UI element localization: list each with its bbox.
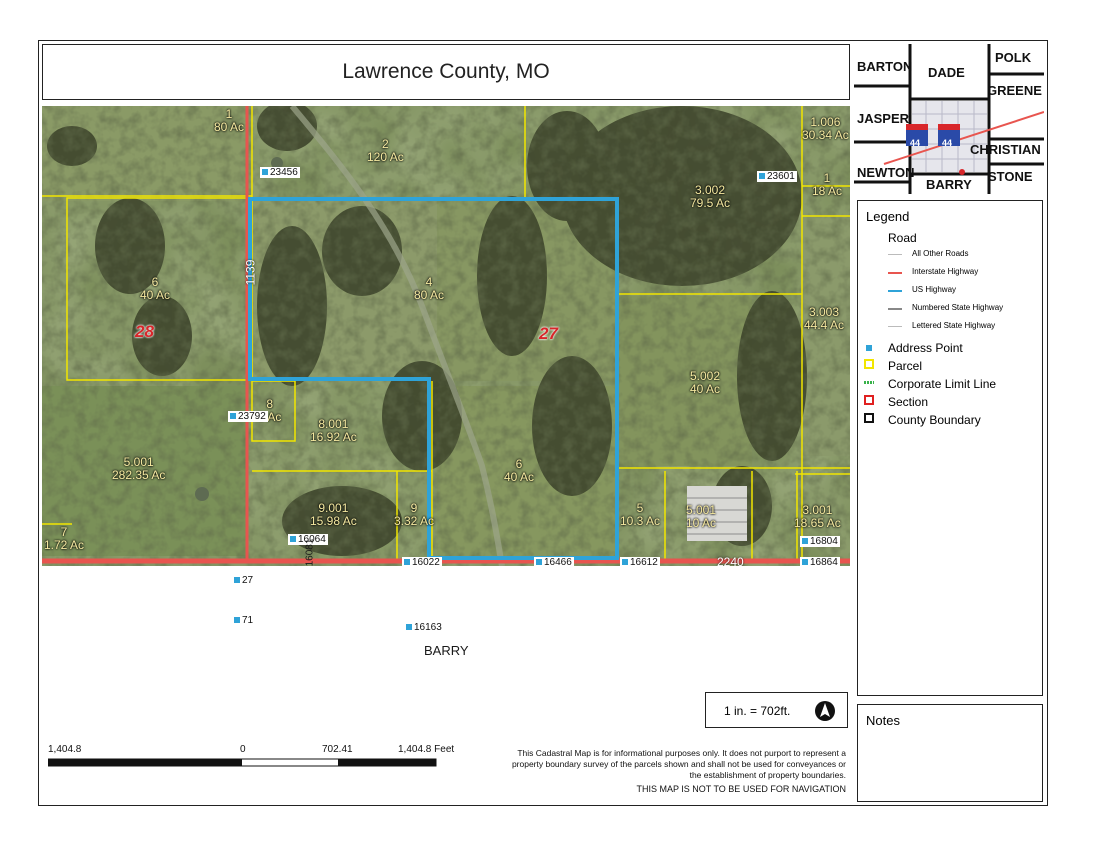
legend-item: Corporate Limit Line — [888, 377, 997, 391]
address-point[interactable]: 16864 — [800, 557, 840, 566]
county-name: JASPER — [857, 111, 910, 126]
parcel-label: 6 40 Ac — [504, 457, 535, 484]
address-point[interactable]: 16022 — [402, 557, 442, 566]
legend-swatch — [888, 290, 902, 292]
map-legend: Legend Road All Other Roads Interstate H… — [857, 200, 1043, 696]
address-point[interactable]: 23456 — [260, 167, 300, 178]
legend-road-heading: Road — [888, 231, 917, 245]
address-point[interactable]: 16612 — [620, 557, 660, 566]
disclaimer: This Cadastral Map is for informational … — [500, 748, 846, 795]
county-name: DADE — [928, 65, 965, 80]
scale-bar-label: 1,404.8 — [48, 744, 82, 755]
corporate-limit-icon — [864, 381, 874, 384]
road-label: 2240 — [717, 555, 744, 567]
parcel-label: 8.001 16.92 Ac — [310, 417, 357, 444]
legend-item: Section — [888, 395, 929, 409]
county-name: BARRY — [926, 177, 972, 192]
section-label: 27 — [539, 324, 558, 343]
parcel-label: 7 1.72 Ac — [44, 525, 85, 552]
legend-swatch — [888, 272, 902, 274]
address-point-icon — [866, 345, 872, 351]
legend-swatch — [888, 326, 902, 327]
address-point[interactable]: 16081 — [303, 539, 316, 566]
legend-road-item: US Highway — [912, 285, 957, 294]
scale-bar — [48, 758, 437, 767]
scale-bar-label: 702.41 — [322, 744, 353, 755]
legend-item: Address Point — [888, 341, 963, 355]
address-point[interactable]: 27 — [232, 575, 256, 586]
legend-road-item: Numbered State Highway — [912, 303, 1004, 312]
section-icon — [864, 395, 874, 405]
county-name: BARTON — [857, 59, 913, 74]
legend-road-item: Lettered State Highway — [912, 321, 996, 330]
address-point[interactable]: 16163 — [404, 622, 444, 633]
parcel-label: 3.003 44.4 Ac — [804, 305, 845, 332]
parcel-label: 5 10.3 Ac — [620, 501, 661, 528]
county-label: BARRY — [424, 643, 469, 658]
address-point[interactable]: 71 — [232, 615, 256, 626]
legend-road-item: All Other Roads — [912, 249, 969, 258]
legend-swatch — [888, 308, 902, 310]
parcel-label: 6 40 Ac — [140, 275, 171, 302]
scale-bar-label: 1,404.8 Feet — [398, 744, 455, 755]
parcel-label: 9 3.32 Ac — [394, 501, 435, 528]
legend-swatch — [888, 254, 902, 255]
county-name: CHRISTIAN — [970, 142, 1041, 157]
legend-title: Legend — [866, 209, 910, 224]
parcel-label: 3.001 18.65 Ac — [794, 503, 841, 530]
interstate-shield: 44 — [942, 138, 953, 148]
parcel-label: 5.001 282.35 Ac — [112, 455, 166, 482]
parcel-label: 1 80 Ac — [214, 107, 245, 134]
aerial-map[interactable]: 1 80 Ac 2 120 Ac 1.006 30.34 Ac 3.002 79.5 A… — [42, 106, 850, 566]
address-point[interactable]: 16466 — [534, 557, 574, 566]
parcel-icon — [864, 359, 874, 369]
parcel-label: 5.002 40 Ac — [690, 369, 721, 396]
disclaimer-navigation: THIS MAP IS NOT TO BE USED FOR NAVIGATIO… — [636, 784, 846, 794]
county-name: NEWTON — [857, 165, 915, 180]
disclaimer-text: This Cadastral Map is for informational … — [511, 748, 846, 780]
parcel-label: 5.001 10 Ac — [686, 503, 717, 530]
legend-item: County Boundary — [888, 413, 981, 427]
parcel-label: 4 80 Ac — [414, 275, 445, 302]
notes-title: Notes — [866, 713, 900, 728]
notes-box: Notes — [857, 704, 1043, 802]
interstate-shield: 44 — [910, 138, 921, 148]
parcel-label: 3.002 79.5 Ac — [690, 183, 731, 210]
county-name: STONE — [988, 169, 1033, 184]
address-point[interactable]: 16804 — [800, 536, 840, 547]
county-name: GREENE — [987, 83, 1042, 98]
county-name: POLK — [995, 50, 1032, 65]
scale-text: 1 in. = 702ft. — [724, 704, 791, 718]
aerial-imagery — [42, 106, 850, 566]
legend-road-item: Interstate Highway — [912, 267, 979, 276]
address-point[interactable]: 23601 — [757, 171, 797, 182]
north-arrow-icon — [815, 701, 835, 721]
parcel-label: 2 120 Ac — [367, 137, 404, 164]
parcel-label: 1 18 Ac — [812, 171, 843, 198]
parcel-label: 9.001 15.98 Ac — [310, 501, 357, 528]
map-title: Lawrence County, MO — [42, 44, 850, 100]
parcel-label: 1.006 30.34 Ac — [802, 115, 849, 142]
legend-item: Parcel — [888, 359, 923, 373]
address-point[interactable]: 23792 — [228, 411, 268, 422]
road-label: 1139 — [243, 259, 258, 286]
section-label: 28 — [135, 322, 154, 341]
map-below-area — [42, 566, 850, 690]
scale-bar-label: 0 — [240, 744, 246, 755]
county-boundary-icon — [864, 413, 874, 423]
scale-box: 1 in. = 702ft. — [705, 692, 848, 728]
locator-map: 44 44 BARTON DADE POLK JASPER GREENE CHR… — [854, 44, 1045, 194]
